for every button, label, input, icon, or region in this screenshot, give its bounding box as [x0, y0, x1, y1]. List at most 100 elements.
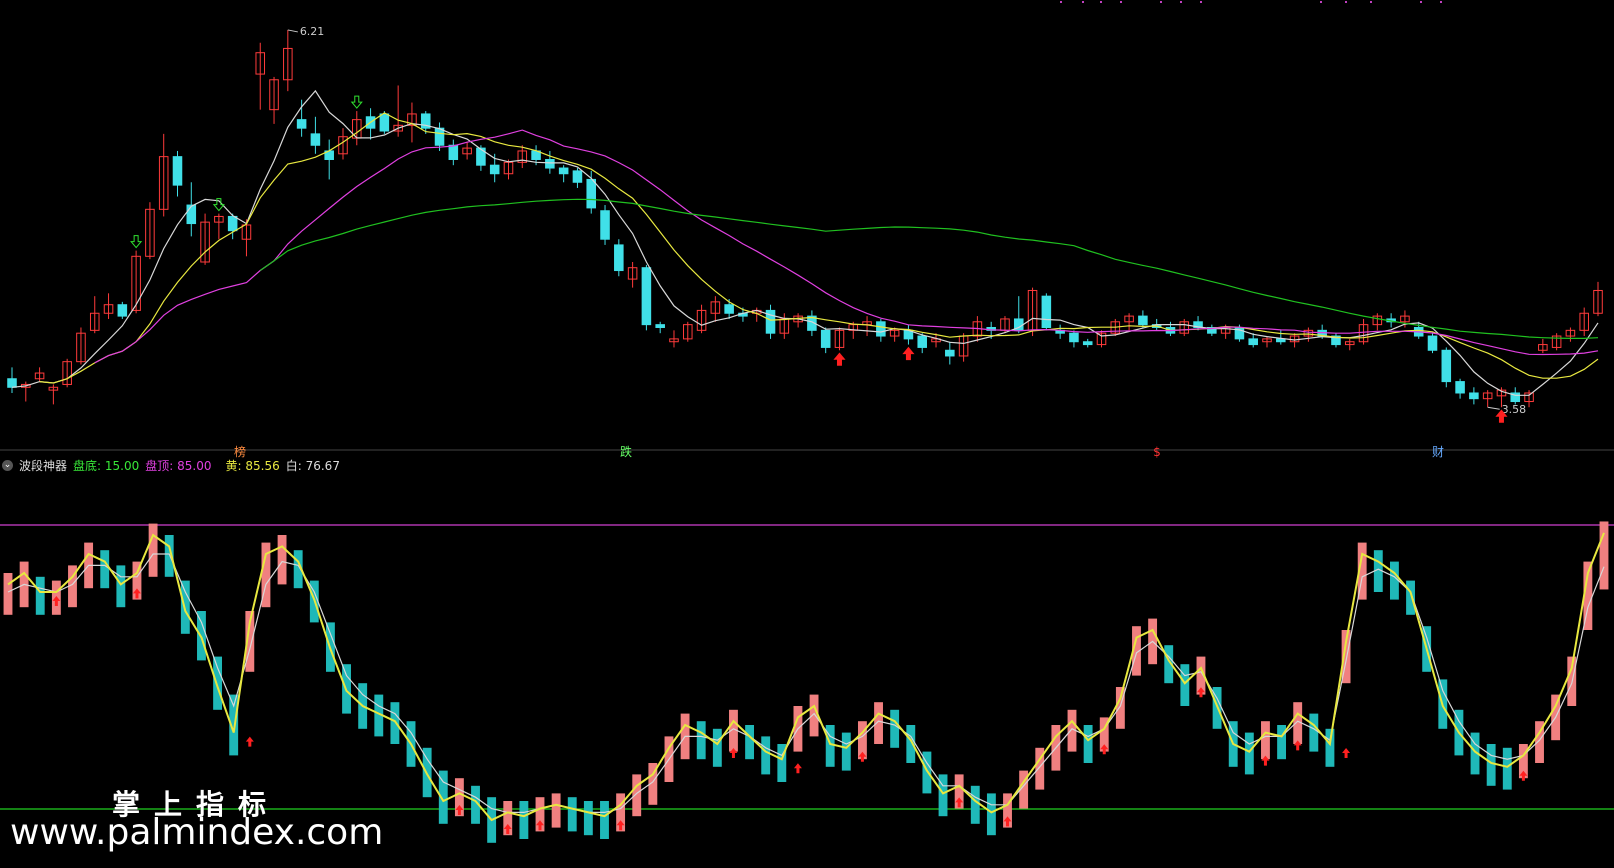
yellow-value: 85.56 — [245, 458, 280, 473]
marker-dot — [1200, 1, 1202, 3]
candle-body — [448, 144, 459, 160]
candle-body — [655, 324, 665, 328]
oscillator-bar — [519, 801, 529, 839]
marker-dot — [1120, 1, 1122, 3]
yellow-label: 黄: 85.56 — [225, 458, 280, 473]
oscillator-bar — [1325, 728, 1335, 767]
sell-arrow-icon — [130, 235, 143, 249]
osc-buy-arrow-icon — [793, 763, 802, 774]
candle-body — [945, 349, 955, 357]
buy-arrow-icon — [833, 352, 846, 366]
oscillator-bar — [1180, 664, 1190, 706]
high-price-label: 6.21 — [300, 25, 325, 38]
oscillator-bar — [1599, 521, 1609, 590]
candle-body — [1427, 335, 1438, 351]
marker-dot — [1100, 1, 1102, 3]
candle-body — [7, 378, 17, 388]
watermark-url: www.palmindex.com — [10, 812, 384, 853]
bottom-label: 盘底: 15.00 — [73, 458, 140, 473]
oscillator-bar — [1389, 561, 1399, 600]
candle-body — [186, 204, 197, 225]
ma5-line — [11, 89, 1599, 396]
candle-body — [117, 304, 128, 317]
indicator-name: 波段神器 — [19, 458, 68, 473]
candle-body — [296, 119, 307, 129]
oscillator-bar — [583, 801, 593, 836]
buy-arrow-icon — [902, 346, 915, 361]
oscillator-bar — [696, 721, 706, 760]
oscillator-bar — [986, 793, 996, 836]
oscillator-bar — [1406, 580, 1415, 615]
candle-body — [1082, 341, 1093, 346]
candle-body — [1441, 349, 1452, 383]
oscillator-bar — [600, 801, 609, 839]
marker-dot — [1420, 1, 1422, 3]
oscillator-bar — [841, 732, 851, 771]
marker-dot — [1370, 1, 1372, 3]
candle-body — [310, 133, 321, 146]
candle-body — [1248, 338, 1258, 346]
oscillator-bar — [761, 736, 771, 775]
collapse-chevron-icon[interactable]: ⌄ — [2, 459, 13, 471]
oscillator-bar — [1309, 713, 1319, 752]
event-tag: 跌 — [620, 444, 632, 459]
ma10-line — [39, 112, 1599, 384]
candle-body — [917, 335, 928, 348]
candle-body — [379, 113, 390, 132]
candle-body — [820, 329, 831, 348]
oscillator-bar — [874, 702, 883, 744]
osc-buy-arrow-icon — [245, 736, 254, 747]
chart-canvas: 6.213.58榜跌 $ 财 — [0, 1, 1614, 843]
candle-body — [1276, 338, 1286, 343]
marker-dot — [1345, 1, 1347, 3]
oscillator-bar — [277, 535, 287, 585]
oscillator-bar — [390, 702, 400, 744]
white-label: 白: 76.67 — [285, 458, 340, 473]
candle-body — [558, 167, 569, 175]
sell-arrow-icon — [350, 95, 363, 109]
high-pointer — [287, 29, 298, 33]
osc-buy-arrow-icon — [1342, 748, 1351, 758]
top-value: 85.00 — [177, 458, 212, 473]
oscillator-bar — [632, 774, 642, 817]
event-tag: 财 — [1432, 445, 1444, 459]
oscillator-bar — [745, 725, 755, 760]
candle-body — [489, 164, 500, 175]
candle-body — [1041, 295, 1052, 328]
candle-body — [600, 210, 610, 240]
oscillator-bar — [970, 785, 980, 824]
oscillator-bar — [890, 709, 900, 748]
marker-dot — [1320, 1, 1322, 3]
oscillator-bar — [1083, 725, 1093, 763]
indicator-header: ⌄ 波段神器 盘底: 15.00 盘顶: 85.00 黄: 85.56 白: 7… — [2, 457, 340, 473]
oscillator-bar — [100, 550, 110, 589]
candle-body — [724, 304, 734, 314]
candle-body — [1138, 315, 1148, 326]
top-label: 盘顶: 85.00 — [145, 458, 212, 473]
candle-body — [1069, 332, 1079, 343]
candle-body — [572, 170, 583, 183]
oscillator-bar — [1277, 725, 1287, 760]
marker-dot — [1082, 1, 1084, 3]
oscillator-bar — [35, 576, 45, 615]
candle-body — [172, 156, 183, 186]
marker-dot — [1060, 1, 1062, 3]
bottom-value: 15.00 — [104, 458, 140, 473]
oscillator-bar — [3, 573, 13, 615]
oscillator-bar — [1261, 721, 1270, 760]
oscillator-bar — [1502, 747, 1512, 790]
oscillator-bar — [1486, 744, 1496, 786]
candle-body — [545, 158, 555, 169]
oscillator-bar — [213, 656, 223, 710]
oscillator-bar — [551, 793, 561, 828]
oscillator-bar — [1115, 687, 1125, 729]
ma20-line — [94, 129, 1599, 364]
candle-body — [614, 244, 624, 272]
candle-body — [876, 321, 886, 337]
candle-body — [227, 215, 238, 232]
candle-body — [641, 267, 652, 326]
candle-body — [1469, 392, 1479, 400]
low-pointer — [1487, 406, 1500, 410]
candle-body — [1455, 381, 1465, 394]
candle-body — [434, 127, 445, 146]
